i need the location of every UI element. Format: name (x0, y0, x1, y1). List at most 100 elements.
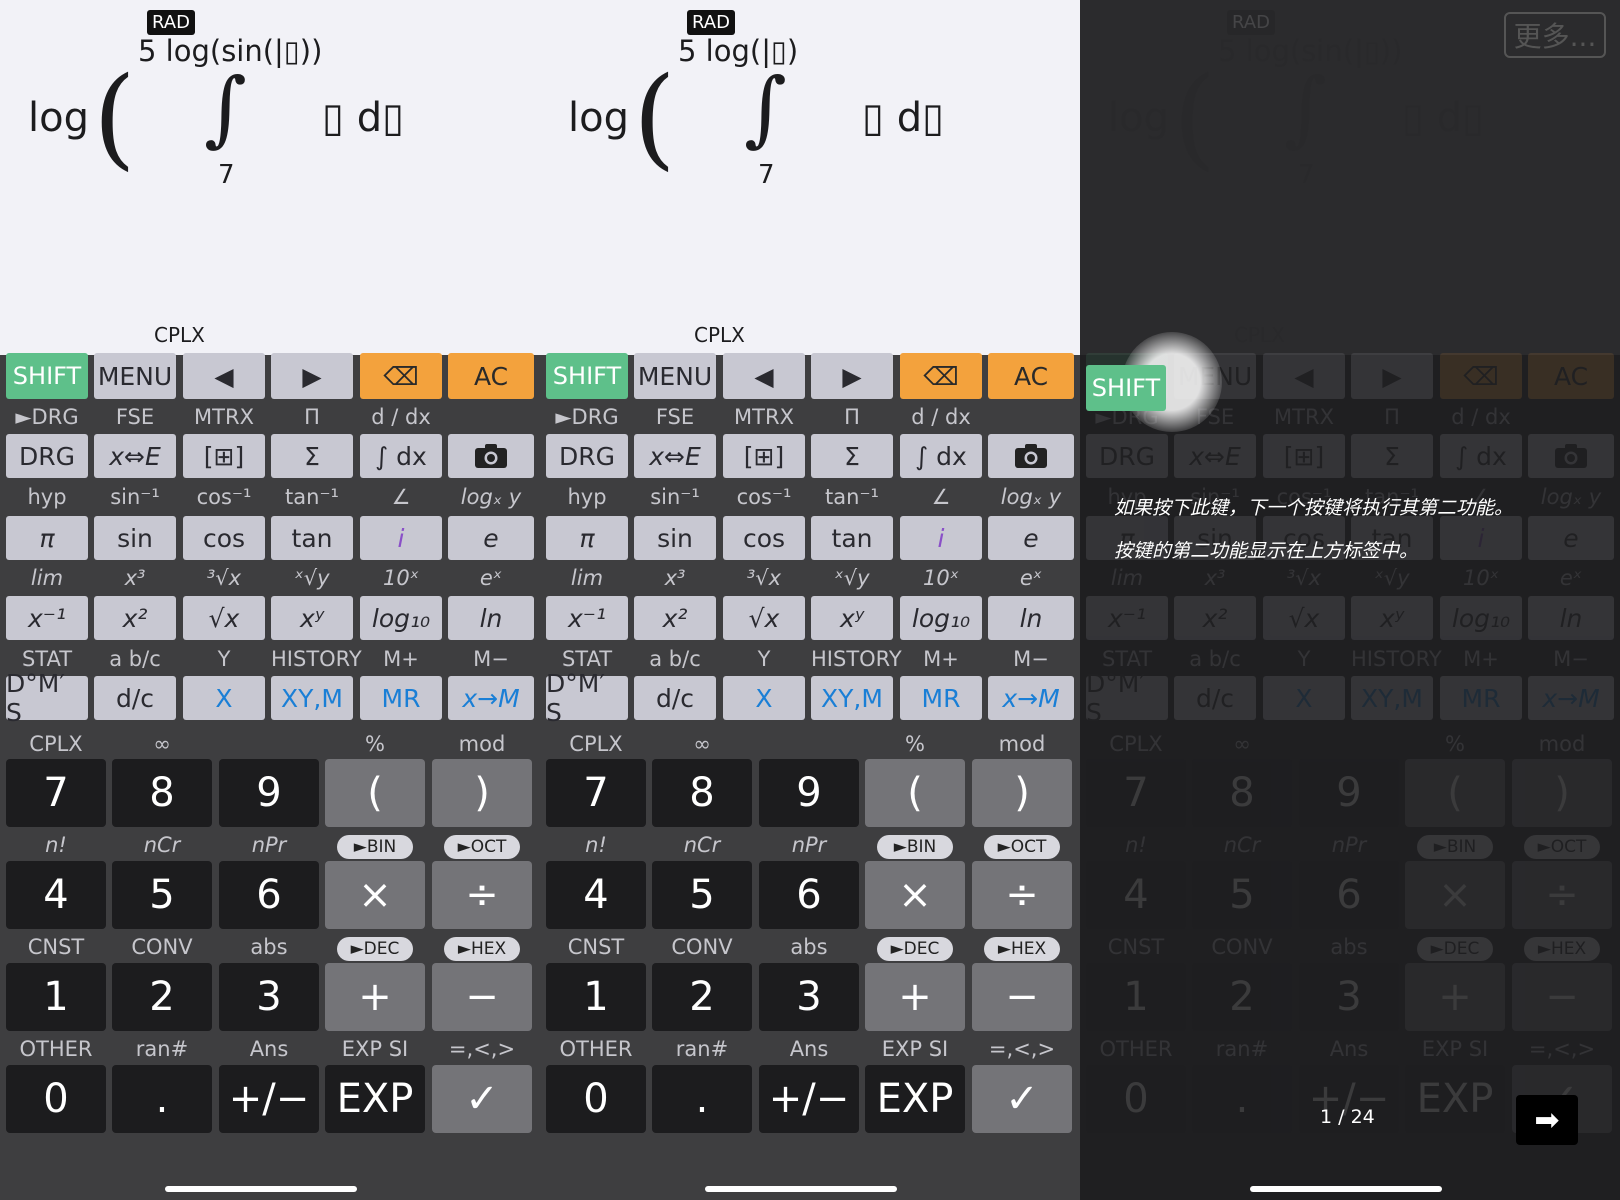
power-key[interactable]: xʸ (811, 596, 893, 640)
x-var-key[interactable]: X (723, 676, 805, 720)
imaginary-key[interactable]: i (1440, 516, 1522, 560)
tan-key[interactable]: tan (811, 516, 893, 560)
ln-key[interactable]: ln (988, 596, 1074, 640)
digit-4-key[interactable]: 4 (1086, 861, 1186, 929)
reciprocal-key[interactable]: x⁻¹ (546, 596, 628, 640)
sigma-key[interactable]: Σ (271, 434, 353, 478)
xym-key[interactable]: XY,M (1351, 676, 1433, 720)
camera-key[interactable] (1528, 434, 1614, 478)
plus-key[interactable]: + (1405, 963, 1505, 1031)
matrix-key[interactable]: [⊞] (1263, 434, 1345, 478)
euler-key[interactable]: e (988, 516, 1074, 560)
power-key[interactable]: xʸ (271, 596, 353, 640)
digit-1-key[interactable]: 1 (6, 963, 106, 1031)
store-memory-key[interactable]: x→M (1528, 676, 1614, 720)
close-paren-key[interactable]: ) (432, 759, 532, 827)
log10-key[interactable]: log₁₀ (900, 596, 982, 640)
x-e-key[interactable]: x⇔E (94, 434, 176, 478)
sigma-key[interactable]: Σ (811, 434, 893, 478)
digit-3-key[interactable]: 3 (1299, 963, 1399, 1031)
digit-2-key[interactable]: 2 (652, 963, 752, 1031)
sigma-key[interactable]: Σ (1351, 434, 1433, 478)
drg-key[interactable]: DRG (1086, 434, 1168, 478)
digit-6-key[interactable]: 6 (219, 861, 319, 929)
x-var-key[interactable]: X (1263, 676, 1345, 720)
exp-key[interactable]: EXP (865, 1065, 965, 1133)
digit-8-key[interactable]: 8 (112, 759, 212, 827)
reciprocal-key[interactable]: x⁻¹ (1086, 596, 1168, 640)
log10-key[interactable]: log₁₀ (360, 596, 442, 640)
square-key[interactable]: x² (1174, 596, 1256, 640)
memory-recall-key[interactable]: MR (360, 676, 442, 720)
cursor-right-key[interactable]: ▶ (811, 353, 893, 399)
digit-8-key[interactable]: 8 (652, 759, 752, 827)
digit-5-key[interactable]: 5 (1192, 861, 1292, 929)
divide-key[interactable]: ÷ (972, 861, 1072, 929)
xym-key[interactable]: XY,M (271, 676, 353, 720)
store-memory-key[interactable]: x→M (448, 676, 534, 720)
highlighted-shift-key[interactable]: SHIFT (1086, 365, 1166, 411)
cursor-left-key[interactable]: ◀ (1263, 353, 1345, 399)
plus-key[interactable]: + (865, 963, 965, 1031)
sin-key[interactable]: sin (634, 516, 716, 560)
next-arrow-icon[interactable]: ➡ (1516, 1095, 1578, 1145)
cos-key[interactable]: cos (723, 516, 805, 560)
digit-2-key[interactable]: 2 (1192, 963, 1292, 1031)
memory-recall-key[interactable]: MR (900, 676, 982, 720)
ln-key[interactable]: ln (448, 596, 534, 640)
imaginary-key[interactable]: i (360, 516, 442, 560)
log10-key[interactable]: log₁₀ (1440, 596, 1522, 640)
minus-key[interactable]: − (432, 963, 532, 1031)
dms-key[interactable]: D°M′ S (1086, 669, 1168, 727)
fraction-key[interactable]: d/c (634, 676, 716, 720)
plus-key[interactable]: + (325, 963, 425, 1031)
exp-key[interactable]: EXP (1405, 1065, 1505, 1133)
power-key[interactable]: xʸ (1351, 596, 1433, 640)
digit-1-key[interactable]: 1 (546, 963, 646, 1031)
decimal-point-key[interactable]: . (112, 1065, 212, 1133)
digit-9-key[interactable]: 9 (759, 759, 859, 827)
digit-3-key[interactable]: 3 (759, 963, 859, 1031)
digit-1-key[interactable]: 1 (1086, 963, 1186, 1031)
digit-8-key[interactable]: 8 (1192, 759, 1292, 827)
integrand[interactable]: ▯ d▯ (322, 95, 404, 141)
digit-0-key[interactable]: 0 (6, 1065, 106, 1133)
digit-5-key[interactable]: 5 (652, 861, 752, 929)
camera-key[interactable] (988, 434, 1074, 478)
digit-7-key[interactable]: 7 (6, 759, 106, 827)
menu-key[interactable]: MENU (94, 353, 176, 399)
backspace-key[interactable]: ⌫ (900, 353, 982, 399)
integrand[interactable]: ▯ d▯ (862, 95, 944, 141)
decimal-point-key[interactable]: . (1192, 1065, 1292, 1133)
sign-toggle-key[interactable]: +/− (759, 1065, 859, 1133)
all-clear-key[interactable]: AC (1528, 353, 1614, 399)
drg-key[interactable]: DRG (6, 434, 88, 478)
multiply-key[interactable]: × (325, 861, 425, 929)
digit-9-key[interactable]: 9 (219, 759, 319, 827)
fraction-key[interactable]: d/c (94, 676, 176, 720)
open-paren-key[interactable]: ( (865, 759, 965, 827)
lower-limit[interactable]: 7 (1298, 160, 1315, 190)
digit-6-key[interactable]: 6 (1299, 861, 1399, 929)
shift-key[interactable]: SHIFT (6, 353, 88, 399)
multiply-key[interactable]: × (1405, 861, 1505, 929)
divide-key[interactable]: ÷ (1512, 861, 1612, 929)
reciprocal-key[interactable]: x⁻¹ (6, 596, 88, 640)
drg-key[interactable]: DRG (546, 434, 628, 478)
dms-key[interactable]: D°M′ S (546, 669, 628, 727)
x-var-key[interactable]: X (183, 676, 265, 720)
all-clear-key[interactable]: AC (448, 353, 534, 399)
euler-key[interactable]: e (1528, 516, 1614, 560)
digit-0-key[interactable]: 0 (1086, 1065, 1186, 1133)
digit-9-key[interactable]: 9 (1299, 759, 1399, 827)
pi-key[interactable]: π (546, 516, 628, 560)
fraction-key[interactable]: d/c (1174, 676, 1256, 720)
ln-key[interactable]: ln (1528, 596, 1614, 640)
x-e-key[interactable]: x⇔E (634, 434, 716, 478)
dms-key[interactable]: D°M′ S (6, 669, 88, 727)
cos-key[interactable]: cos (183, 516, 265, 560)
digit-4-key[interactable]: 4 (6, 861, 106, 929)
euler-key[interactable]: e (448, 516, 534, 560)
xym-key[interactable]: XY,M (811, 676, 893, 720)
imaginary-key[interactable]: i (900, 516, 982, 560)
